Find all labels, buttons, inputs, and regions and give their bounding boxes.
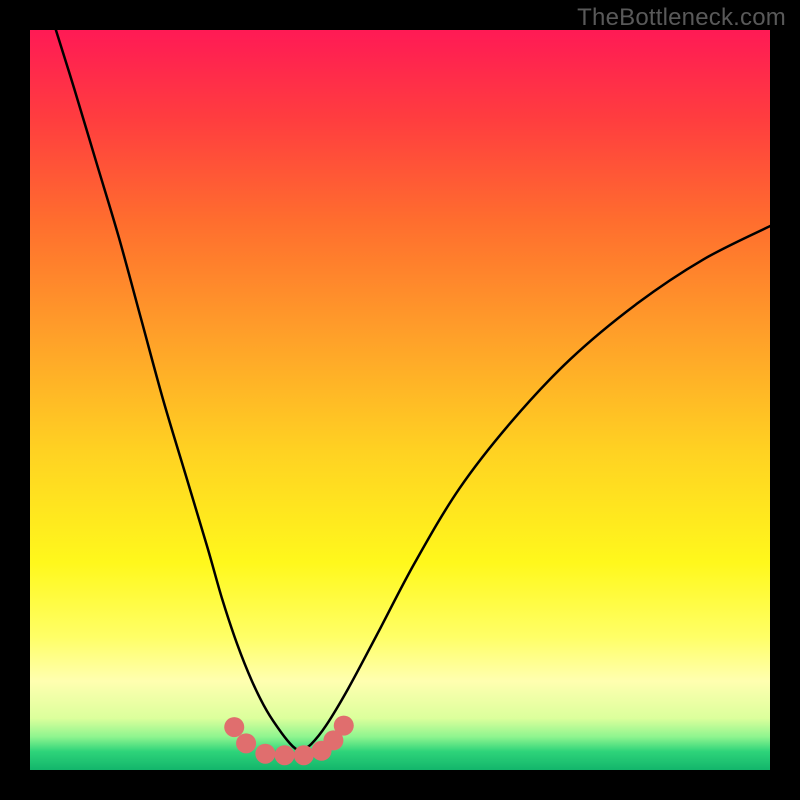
- bottleneck-marker: [275, 745, 295, 765]
- bottleneck-marker: [255, 744, 275, 764]
- chart-svg: [30, 30, 770, 770]
- plot-area: [30, 30, 770, 770]
- gradient-background: [30, 30, 770, 770]
- bottleneck-marker: [224, 717, 244, 737]
- bottleneck-marker: [236, 733, 256, 753]
- bottleneck-marker: [294, 745, 314, 765]
- bottleneck-marker: [334, 716, 354, 736]
- watermark-text: TheBottleneck.com: [577, 4, 786, 32]
- chart-container: TheBottleneck.com: [0, 0, 800, 800]
